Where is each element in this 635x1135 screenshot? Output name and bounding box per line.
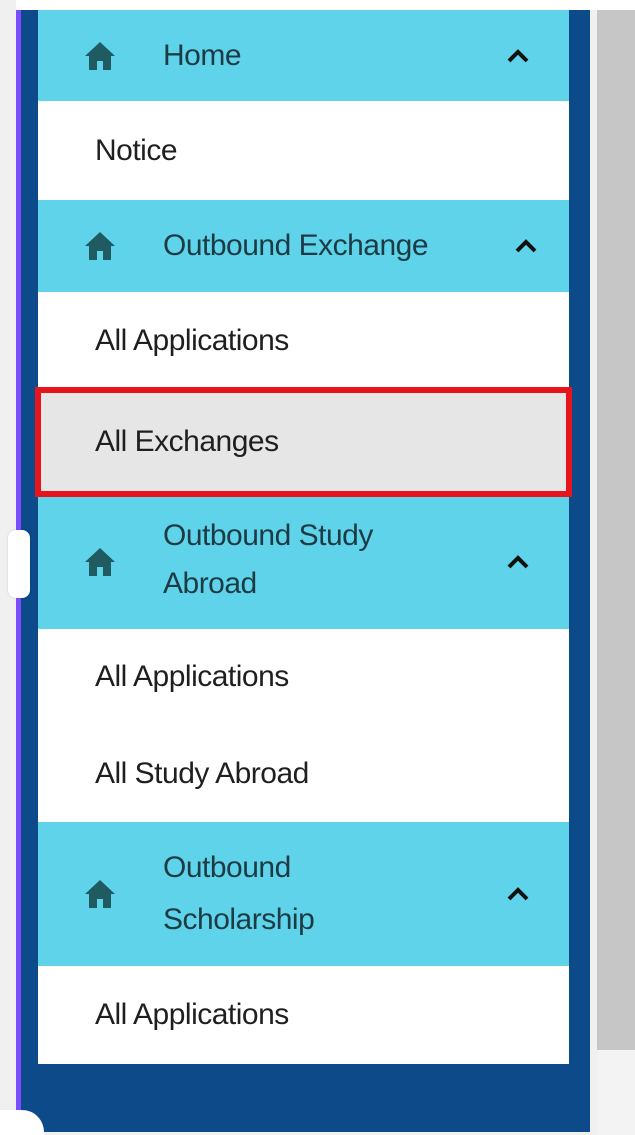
menu-group-outbound-study-abroad[interactable]: Outbound Study Abroad [38, 494, 569, 629]
menu-item-all-study-abroad[interactable]: All Study Abroad [38, 725, 569, 822]
home-icon [85, 880, 115, 908]
menu-group-label-line2: Scholarship [163, 903, 315, 936]
chevron-up-icon[interactable] [507, 48, 529, 63]
menu-item-label: All Applications [95, 998, 289, 1031]
menu-item-label: All Applications [95, 660, 289, 693]
menu-group-label-line1: Outbound [163, 851, 291, 884]
home-icon [85, 547, 115, 576]
home-icon [85, 41, 115, 70]
menu-item-all-exchanges[interactable]: All Exchanges [35, 387, 572, 497]
menu-group-outbound-exchange[interactable]: Outbound Exchange [38, 200, 569, 292]
menu-item-all-applications[interactable]: All Applications [38, 629, 569, 725]
sidebar-resize-handle[interactable] [8, 530, 30, 598]
menu-group-label: Home [163, 38, 242, 72]
menu-group-outbound-scholarship[interactable]: Outbound Scholarship [38, 822, 569, 966]
menu-item-all-applications[interactable]: All Applications [38, 966, 569, 1064]
sidebar-menu: Home Notice Outbound Exchange All Applic… [35, 10, 572, 1064]
menu-group-label-line2: Abroad [163, 567, 257, 600]
menu-group-label-line1: Outbound Study [163, 519, 373, 552]
page: Home Notice Outbound Exchange All Applic… [0, 0, 635, 1135]
menu-item-label: Notice [95, 133, 178, 167]
menu-item-label: All Exchanges [95, 425, 279, 458]
sidebar: Home Notice Outbound Exchange All Applic… [16, 10, 590, 1132]
chevron-up-icon[interactable] [507, 554, 529, 569]
content-panel [597, 10, 635, 1050]
home-icon [85, 232, 115, 260]
chevron-up-icon[interactable] [507, 887, 529, 901]
top-strip [0, 0, 635, 10]
menu-item-notice[interactable]: Notice [38, 101, 569, 200]
content-panel-footer [597, 1050, 635, 1135]
chevron-up-icon[interactable] [515, 239, 537, 253]
menu-item-all-applications[interactable]: All Applications [38, 292, 569, 390]
menu-group-label: Outbound Exchange [163, 229, 429, 262]
menu-item-label: All Study Abroad [95, 756, 309, 790]
menu-item-label: All Applications [95, 324, 289, 357]
menu-group-home[interactable]: Home [38, 10, 569, 101]
